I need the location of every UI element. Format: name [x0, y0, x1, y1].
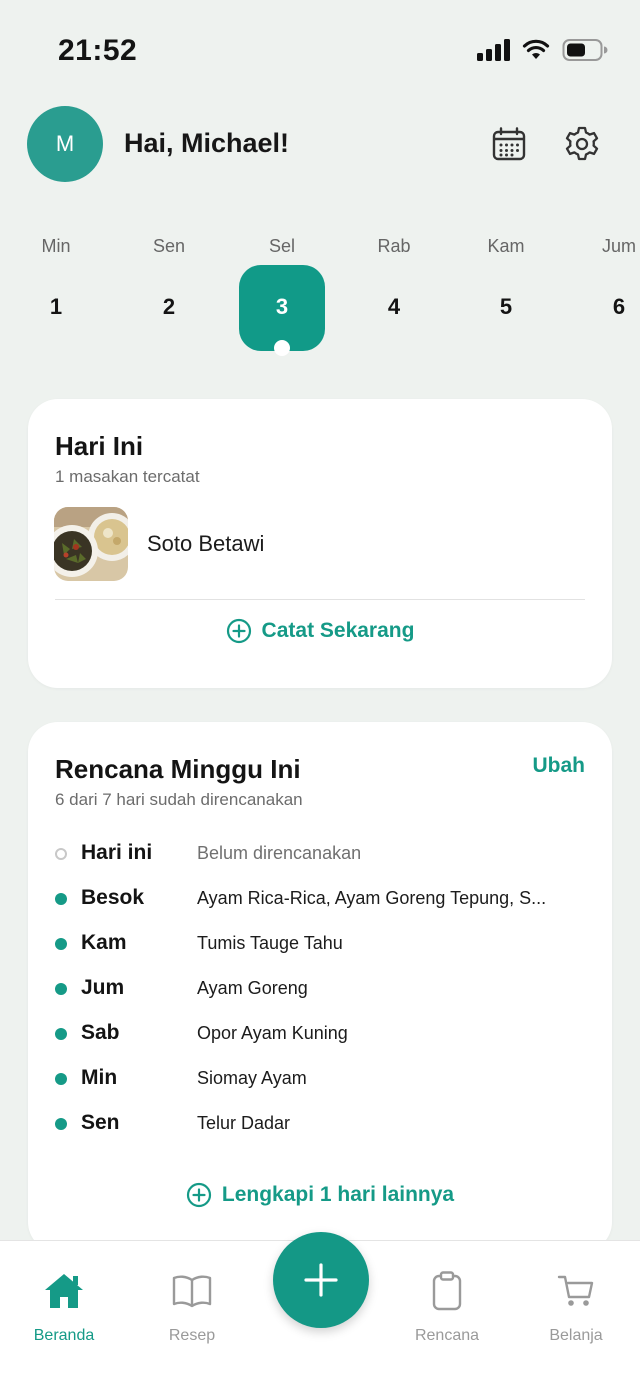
avatar[interactable]: M [27, 106, 103, 182]
plan-meal: Tumis Tauge Tahu [197, 933, 343, 953]
plan-row-today[interactable]: Hari ini Belum direncanakan [55, 838, 585, 868]
plan-row-min[interactable]: Min Siomay Ayam [55, 1063, 585, 1093]
day-kam[interactable]: Kam 5 [463, 230, 549, 350]
plan-meal: Opor Ayam Kuning [197, 1023, 348, 1043]
gear-icon [565, 126, 599, 161]
day-rab[interactable]: Rab 4 [351, 230, 437, 350]
day-number: 4 [387, 294, 401, 319]
plan-day: Sab [81, 1021, 120, 1044]
day-number: 6 [612, 294, 626, 319]
weekly-plan-card: Rencana Minggu Ini Ubah 6 dari 7 hari su… [28, 722, 612, 1252]
day-name: Kam [487, 236, 525, 256]
plan-meal: Siomay Ayam [197, 1068, 307, 1088]
edit-plan-button[interactable]: Ubah [533, 754, 586, 778]
tab-resep[interactable]: Resep [142, 1269, 242, 1345]
plan-day: Sen [81, 1111, 120, 1134]
plan-day: Kam [81, 931, 127, 954]
add-circle-icon [226, 618, 251, 644]
day-name: Min [41, 236, 71, 256]
plan-day: Hari ini [81, 841, 153, 864]
today-dot [274, 340, 290, 356]
planned-dot [55, 938, 67, 950]
day-name: Rab [377, 236, 411, 256]
plan-meal: Ayam Rica-Rica, Ayam Goreng Tepung, S... [197, 888, 547, 908]
plan-row-tomorrow[interactable]: Besok Ayam Rica-Rica, Ayam Goreng Tepung… [55, 883, 585, 913]
plan-subtitle: 6 dari 7 hari sudah direncanakan [55, 790, 303, 809]
plan-day: Besok [81, 886, 145, 909]
plan-day: Jum [81, 976, 125, 999]
planned-dot [55, 1028, 67, 1040]
day-sel-selected[interactable]: Sel 3 [239, 230, 325, 356]
tab-label: Rencana [414, 1327, 480, 1344]
planned-dot [55, 1118, 67, 1130]
book-icon [172, 1275, 212, 1308]
plan-day: Min [81, 1066, 118, 1089]
planned-dot [55, 983, 67, 995]
settings-button[interactable] [560, 122, 604, 166]
log-now-button[interactable]: Catat Sekarang [28, 618, 612, 644]
day-name: Jum [601, 236, 636, 256]
calendar-button[interactable] [487, 122, 531, 166]
battery-icon [562, 39, 608, 61]
day-number: 3 [275, 294, 289, 319]
day-jum[interactable]: Jum 6 [576, 230, 640, 350]
tab-label: Resep [168, 1327, 216, 1344]
meal-name[interactable]: Soto Betawi [147, 531, 264, 557]
tab-rencana[interactable]: Rencana [397, 1269, 497, 1345]
plan-row-sen[interactable]: Sen Telur Dadar [55, 1108, 585, 1138]
add-circle-icon [186, 1182, 211, 1208]
meal-photo[interactable] [54, 507, 128, 581]
day-min[interactable]: Min 1 [13, 230, 99, 350]
calendar-icon [492, 127, 526, 161]
cart-icon [557, 1275, 594, 1306]
plan-row-kam[interactable]: Kam Tumis Tauge Tahu [55, 928, 585, 958]
home-icon [45, 1274, 83, 1308]
greeting-title: Hai, Michael! [124, 128, 290, 158]
plan-row-jum[interactable]: Jum Ayam Goreng [55, 973, 585, 1003]
planned-dot [55, 893, 67, 905]
tab-label: Beranda [33, 1327, 95, 1344]
header: M Hai, Michael! [0, 104, 640, 184]
day-name: Sel [268, 236, 295, 256]
unplanned-dot [55, 848, 67, 860]
plan-meal: Ayam Goreng [197, 978, 308, 998]
plus-icon [304, 1263, 338, 1297]
day-number: 1 [49, 294, 63, 319]
add-button[interactable] [273, 1232, 369, 1328]
plan-title: Rencana Minggu Ini [55, 754, 301, 784]
tab-beranda[interactable]: Beranda [14, 1269, 114, 1345]
cellular-signal-icon [477, 39, 510, 61]
status-time: 21:52 [58, 34, 138, 67]
plan-meal: Belum direncanakan [197, 843, 362, 863]
complete-plan-label: Lengkapi 1 hari lainnya [221, 1183, 455, 1206]
plan-meal: Telur Dadar [197, 1113, 291, 1133]
today-subtitle: 1 masakan tercatat [55, 467, 200, 486]
day-sen[interactable]: Sen 2 [126, 230, 212, 350]
planned-dot [55, 1073, 67, 1085]
day-number: 2 [162, 294, 176, 319]
log-now-label: Catat Sekarang [261, 619, 415, 642]
week-strip: Min 1 Sen 2 Sel 3 Rab 4 Kam 5 Jum 6 [0, 230, 640, 360]
tab-belanja[interactable]: Belanja [526, 1269, 626, 1345]
status-icons [477, 38, 608, 62]
today-title: Hari Ini [55, 431, 144, 461]
divider [55, 599, 585, 600]
clipboard-icon [432, 1271, 462, 1311]
today-card: Hari Ini 1 masakan tercatat Soto Betawi … [28, 399, 612, 688]
complete-plan-button[interactable]: Lengkapi 1 hari lainnya [28, 1182, 612, 1208]
tab-label: Belanja [549, 1327, 603, 1344]
plan-row-sab[interactable]: Sab Opor Ayam Kuning [55, 1018, 585, 1048]
day-number: 5 [499, 294, 513, 319]
day-name: Sen [152, 236, 186, 256]
status-bar: 21:52 [0, 0, 640, 100]
wifi-icon [522, 39, 550, 59]
